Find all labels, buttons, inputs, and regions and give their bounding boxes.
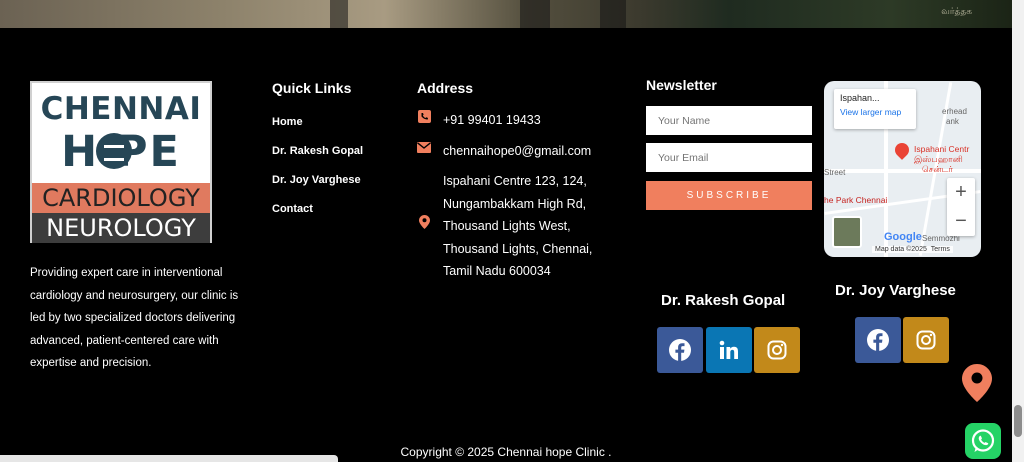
map-data-text: Map data ©2025	[875, 246, 927, 253]
map-road	[824, 169, 981, 173]
map-place-title: Ispahan...	[840, 93, 880, 103]
heart-hand-icon	[96, 133, 132, 169]
address-heading: Address	[417, 80, 474, 96]
map-pin-label: Ispahani Centr	[914, 144, 970, 154]
hero-image-strip: வர்த்தக	[0, 0, 1012, 28]
page-scrollbar[interactable]	[1012, 0, 1024, 462]
map-zoom-in-button[interactable]: +	[947, 178, 975, 207]
subscribe-button[interactable]: SUBSCRIBE	[646, 181, 812, 210]
name-input[interactable]	[646, 106, 812, 135]
map-pin-icon	[417, 215, 431, 229]
instagram-icon	[916, 330, 936, 350]
location-line: Nungambakkam High Rd,	[443, 196, 587, 211]
doctor-name-rakesh: Dr. Rakesh Gopal	[661, 292, 786, 309]
map-satellite-toggle[interactable]	[832, 216, 862, 248]
quick-links-list: Home Dr. Rakesh Gopal Dr. Joy Varghese C…	[272, 116, 363, 232]
scrollbar-thumb[interactable]	[1014, 405, 1022, 437]
map-street-label: Street	[824, 168, 846, 177]
map-label: erhead	[942, 107, 967, 116]
linkedin-icon	[719, 340, 738, 359]
map-place-card: Ispahan... View larger map	[834, 89, 916, 129]
facebook-icon	[669, 339, 691, 361]
location-text: Ispahani Centre 123, 124, Nungambakkam H…	[443, 170, 592, 283]
hero-pillar	[330, 0, 348, 28]
quick-link-joy-varghese[interactable]: Dr. Joy Varghese	[272, 174, 363, 203]
location-line: Ispahani Centre 123, 124,	[443, 174, 587, 188]
envelope-icon	[417, 140, 431, 154]
email-address: chennaihope0@gmail.com	[443, 144, 592, 158]
google-map-embed[interactable]: Ispahan... View larger map erhead ank Is…	[824, 81, 981, 257]
newsletter-heading: Newsletter	[646, 77, 717, 93]
hero-pillar	[600, 0, 626, 28]
map-zoom-controls: + −	[947, 178, 975, 236]
rakesh-facebook-button[interactable]	[657, 327, 703, 373]
clinic-logo[interactable]: CHENNAI H PE CARDIOLOGY NEUROLOGY	[30, 81, 212, 243]
hero-sign-text: வர்த்தக	[941, 6, 972, 16]
view-larger-map-link[interactable]: View larger map	[840, 107, 910, 117]
location-line: Thousand Lights West,	[443, 219, 571, 233]
doctor-name-joy: Dr. Joy Varghese	[835, 282, 956, 299]
map-hotel-label: he Park Chennai	[824, 195, 888, 205]
logo-line-4: NEUROLOGY	[32, 213, 210, 243]
phone-row[interactable]: +91 99401 19433	[417, 109, 541, 132]
joy-facebook-button[interactable]	[855, 317, 901, 363]
quick-links-heading: Quick Links	[272, 80, 352, 96]
instagram-icon	[767, 340, 787, 360]
location-pin-icon	[962, 364, 992, 402]
hero-pillar	[520, 0, 550, 28]
map-pin-label-tamil: சென்டர்	[922, 164, 953, 174]
logo-line-3: CARDIOLOGY	[32, 183, 210, 213]
quick-link-home[interactable]: Home	[272, 116, 363, 145]
about-text: Providing expert care in interventional …	[30, 267, 239, 369]
map-terms-link[interactable]: Terms	[931, 246, 950, 253]
location-line: Thousand Lights, Chennai,	[443, 241, 593, 256]
facebook-icon	[867, 329, 889, 351]
quick-link-rakesh-gopal[interactable]: Dr. Rakesh Gopal	[272, 145, 363, 174]
floating-location-button[interactable]	[962, 364, 992, 402]
map-location-pin-icon[interactable]	[892, 140, 912, 160]
location-row: Ispahani Centre 123, 124, Nungambakkam H…	[417, 170, 592, 283]
map-zoom-out-button[interactable]: −	[947, 207, 975, 236]
logo-line-1: CHENNAI	[40, 91, 202, 127]
rakesh-instagram-button[interactable]	[754, 327, 800, 373]
map-attribution: Map data ©2025 Terms	[872, 246, 953, 253]
phone-icon	[417, 109, 431, 123]
google-logo: Google	[884, 231, 922, 243]
phone-number: +91 99401 19433	[443, 113, 541, 127]
location-line: Tamil Nadu 600034	[443, 264, 551, 278]
joy-instagram-button[interactable]	[903, 317, 949, 363]
quick-link-contact[interactable]: Contact	[272, 203, 363, 232]
browser-status-bar	[0, 455, 338, 462]
map-label: ank	[946, 117, 959, 126]
email-input[interactable]	[646, 143, 812, 172]
rakesh-linkedin-button[interactable]	[706, 327, 752, 373]
email-row[interactable]: chennaihope0@gmail.com	[417, 140, 591, 163]
